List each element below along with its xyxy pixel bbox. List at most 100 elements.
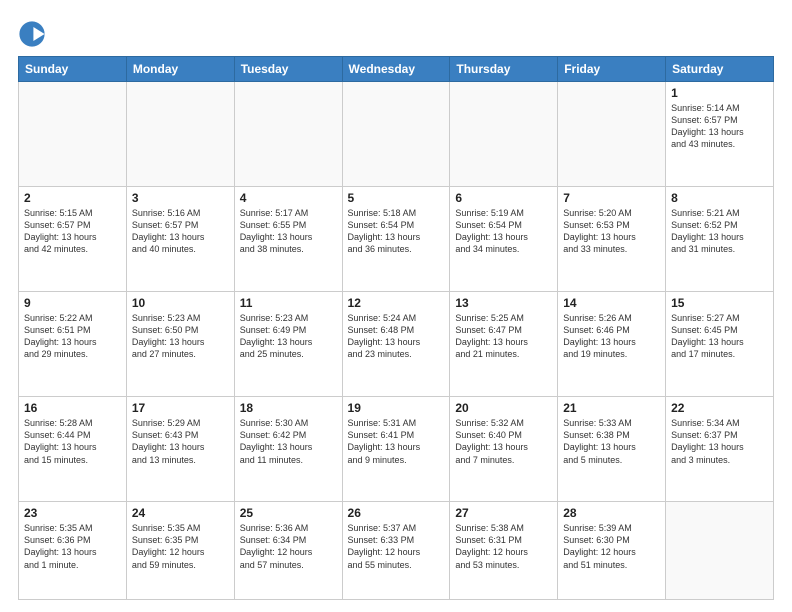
day-number: 25 (240, 506, 337, 520)
day-info: Sunrise: 5:30 AM Sunset: 6:42 PM Dayligh… (240, 417, 337, 466)
day-info: Sunrise: 5:29 AM Sunset: 6:43 PM Dayligh… (132, 417, 229, 466)
day-info: Sunrise: 5:23 AM Sunset: 6:49 PM Dayligh… (240, 312, 337, 361)
calendar-day (342, 82, 450, 187)
day-number: 18 (240, 401, 337, 415)
calendar-day: 4 Sunrise: 5:17 AM Sunset: 6:55 PM Daylig… (234, 187, 342, 292)
calendar-table: SundayMondayTuesdayWednesdayThursdayFrid… (18, 56, 774, 600)
calendar-day: 9 Sunrise: 5:22 AM Sunset: 6:51 PM Daylig… (19, 292, 127, 397)
calendar-day: 3 Sunrise: 5:16 AM Sunset: 6:57 PM Daylig… (126, 187, 234, 292)
calendar-day: 6 Sunrise: 5:19 AM Sunset: 6:54 PM Daylig… (450, 187, 558, 292)
calendar-day (234, 82, 342, 187)
calendar-day: 16 Sunrise: 5:28 AM Sunset: 6:44 PM Dayli… (19, 397, 127, 502)
day-number: 20 (455, 401, 552, 415)
calendar-day: 22Sunrise: 5:34 AM Sunset: 6:37 PM Dayli… (666, 397, 774, 502)
day-info: Sunrise: 5:19 AM Sunset: 6:54 PM Dayligh… (455, 207, 552, 256)
calendar-week-2: 2Sunrise: 5:15 AM Sunset: 6:57 PM Daylig… (19, 187, 774, 292)
day-info: Sunrise: 5:16 AM Sunset: 6:57 PM Dayligh… (132, 207, 229, 256)
day-info: Sunrise: 5:14 AM Sunset: 6:57 PM Dayligh… (671, 102, 768, 151)
day-info: Sunrise: 5:23 AM Sunset: 6:50 PM Dayligh… (132, 312, 229, 361)
calendar-day (558, 82, 666, 187)
day-info: Sunrise: 5:28 AM Sunset: 6:44 PM Dayligh… (24, 417, 121, 466)
day-number: 1 (671, 86, 768, 100)
calendar-day: 25 Sunrise: 5:36 AM Sunset: 6:34 PM Dayli… (234, 502, 342, 600)
day-info: Sunrise: 5:32 AM Sunset: 6:40 PM Dayligh… (455, 417, 552, 466)
page: SundayMondayTuesdayWednesdayThursdayFrid… (0, 0, 792, 612)
calendar-day: 7Sunrise: 5:20 AM Sunset: 6:53 PM Daylig… (558, 187, 666, 292)
calendar-day: 15 Sunrise: 5:27 AM Sunset: 6:45 PM Dayli… (666, 292, 774, 397)
day-info: Sunrise: 5:35 AM Sunset: 6:35 PM Dayligh… (132, 522, 229, 571)
calendar-day: 11 Sunrise: 5:23 AM Sunset: 6:49 PM Dayli… (234, 292, 342, 397)
day-info: Sunrise: 5:18 AM Sunset: 6:54 PM Dayligh… (348, 207, 445, 256)
calendar-day: 17 Sunrise: 5:29 AM Sunset: 6:43 PM Dayli… (126, 397, 234, 502)
calendar-day: 26 Sunrise: 5:37 AM Sunset: 6:33 PM Dayli… (342, 502, 450, 600)
day-number: 5 (348, 191, 445, 205)
calendar-day: 23 Sunrise: 5:35 AM Sunset: 6:36 PM Dayli… (19, 502, 127, 600)
day-number: 22 (671, 401, 768, 415)
calendar-header-friday: Friday (558, 57, 666, 82)
calendar-day: 2Sunrise: 5:15 AM Sunset: 6:57 PM Daylig… (19, 187, 127, 292)
day-number: 16 (24, 401, 121, 415)
calendar-day: 19 Sunrise: 5:31 AM Sunset: 6:41 PM Dayli… (342, 397, 450, 502)
calendar-header-sunday: Sunday (19, 57, 127, 82)
calendar-header-tuesday: Tuesday (234, 57, 342, 82)
day-info: Sunrise: 5:21 AM Sunset: 6:52 PM Dayligh… (671, 207, 768, 256)
day-info: Sunrise: 5:37 AM Sunset: 6:33 PM Dayligh… (348, 522, 445, 571)
calendar-week-3: 9 Sunrise: 5:22 AM Sunset: 6:51 PM Daylig… (19, 292, 774, 397)
day-number: 23 (24, 506, 121, 520)
day-number: 13 (455, 296, 552, 310)
calendar-day: 1 Sunrise: 5:14 AM Sunset: 6:57 PM Daylig… (666, 82, 774, 187)
day-number: 21 (563, 401, 660, 415)
day-number: 27 (455, 506, 552, 520)
day-info: Sunrise: 5:17 AM Sunset: 6:55 PM Dayligh… (240, 207, 337, 256)
calendar-week-4: 16 Sunrise: 5:28 AM Sunset: 6:44 PM Dayli… (19, 397, 774, 502)
logo-icon (18, 20, 46, 48)
day-number: 3 (132, 191, 229, 205)
calendar-week-5: 23 Sunrise: 5:35 AM Sunset: 6:36 PM Dayli… (19, 502, 774, 600)
day-info: Sunrise: 5:24 AM Sunset: 6:48 PM Dayligh… (348, 312, 445, 361)
calendar-day: 24 Sunrise: 5:35 AM Sunset: 6:35 PM Dayli… (126, 502, 234, 600)
day-info: Sunrise: 5:25 AM Sunset: 6:47 PM Dayligh… (455, 312, 552, 361)
day-number: 6 (455, 191, 552, 205)
calendar-day: 13 Sunrise: 5:25 AM Sunset: 6:47 PM Dayli… (450, 292, 558, 397)
day-number: 4 (240, 191, 337, 205)
day-info: Sunrise: 5:33 AM Sunset: 6:38 PM Dayligh… (563, 417, 660, 466)
day-number: 28 (563, 506, 660, 520)
day-number: 2 (24, 191, 121, 205)
day-info: Sunrise: 5:22 AM Sunset: 6:51 PM Dayligh… (24, 312, 121, 361)
calendar-header-thursday: Thursday (450, 57, 558, 82)
header (18, 16, 774, 48)
day-number: 24 (132, 506, 229, 520)
calendar-week-1: 1 Sunrise: 5:14 AM Sunset: 6:57 PM Daylig… (19, 82, 774, 187)
day-info: Sunrise: 5:26 AM Sunset: 6:46 PM Dayligh… (563, 312, 660, 361)
calendar-header-monday: Monday (126, 57, 234, 82)
calendar-day: 21 Sunrise: 5:33 AM Sunset: 6:38 PM Dayli… (558, 397, 666, 502)
day-number: 17 (132, 401, 229, 415)
calendar-day (450, 82, 558, 187)
calendar-day: 14 Sunrise: 5:26 AM Sunset: 6:46 PM Dayli… (558, 292, 666, 397)
day-number: 9 (24, 296, 121, 310)
calendar-day: 12 Sunrise: 5:24 AM Sunset: 6:48 PM Dayli… (342, 292, 450, 397)
day-number: 11 (240, 296, 337, 310)
day-info: Sunrise: 5:38 AM Sunset: 6:31 PM Dayligh… (455, 522, 552, 571)
day-number: 19 (348, 401, 445, 415)
calendar-header-row: SundayMondayTuesdayWednesdayThursdayFrid… (19, 57, 774, 82)
calendar-day: 27 Sunrise: 5:38 AM Sunset: 6:31 PM Dayli… (450, 502, 558, 600)
calendar-header-wednesday: Wednesday (342, 57, 450, 82)
calendar-day (19, 82, 127, 187)
day-number: 15 (671, 296, 768, 310)
day-number: 14 (563, 296, 660, 310)
calendar-day (126, 82, 234, 187)
day-info: Sunrise: 5:35 AM Sunset: 6:36 PM Dayligh… (24, 522, 121, 571)
day-info: Sunrise: 5:27 AM Sunset: 6:45 PM Dayligh… (671, 312, 768, 361)
day-info: Sunrise: 5:36 AM Sunset: 6:34 PM Dayligh… (240, 522, 337, 571)
calendar-day: 5 Sunrise: 5:18 AM Sunset: 6:54 PM Daylig… (342, 187, 450, 292)
day-number: 12 (348, 296, 445, 310)
day-number: 7 (563, 191, 660, 205)
day-info: Sunrise: 5:31 AM Sunset: 6:41 PM Dayligh… (348, 417, 445, 466)
calendar-day: 8Sunrise: 5:21 AM Sunset: 6:52 PM Daylig… (666, 187, 774, 292)
calendar-header-saturday: Saturday (666, 57, 774, 82)
calendar-day: 20 Sunrise: 5:32 AM Sunset: 6:40 PM Dayli… (450, 397, 558, 502)
day-number: 10 (132, 296, 229, 310)
day-info: Sunrise: 5:39 AM Sunset: 6:30 PM Dayligh… (563, 522, 660, 571)
day-number: 26 (348, 506, 445, 520)
